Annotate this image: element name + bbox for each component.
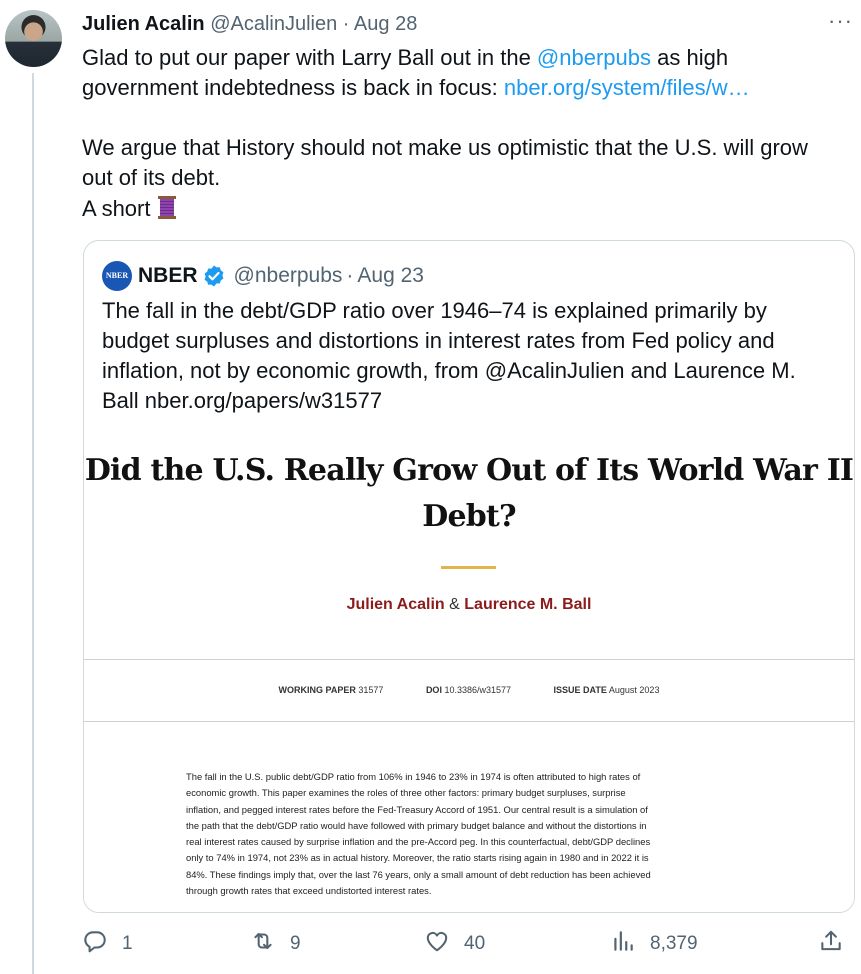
tweet-blank-line [82, 103, 852, 133]
abstract-line: real interest rates caused by surprise i… [186, 836, 651, 848]
author-ampersand: & [449, 596, 460, 613]
wp-label: WORKING PAPER [278, 685, 356, 695]
tweet-text: Glad to put our paper with Larry Ball ou… [82, 43, 852, 224]
abstract-line: the path that the debt/GDP ratio would h… [186, 819, 647, 831]
abstract-line: The fall in the U.S. public debt/GDP rat… [186, 771, 641, 782]
tweet-line: out of its debt. [82, 165, 221, 190]
tweet-line: We argue that History should not make us… [82, 135, 808, 160]
reply-button[interactable]: 1 [82, 928, 133, 960]
verified-icon [202, 264, 226, 288]
tweet-line: A short [82, 193, 852, 224]
like-count: 40 [464, 933, 486, 954]
quote-line: budget surpluses and distortions in inte… [102, 328, 775, 353]
mention-link[interactable]: @nberpubs [537, 45, 651, 70]
like-icon [424, 928, 450, 960]
reply-icon [82, 928, 108, 960]
quote-line: inflation, not by economic growth, from … [102, 358, 796, 383]
more-options-button[interactable]: ··· [828, 8, 853, 34]
quote-line: Ball nber.org/papers/w31577 [102, 388, 383, 413]
doi-label: DOI [425, 685, 442, 695]
paper-authors: Julien Acalin & Laurence M. Ball [84, 596, 854, 614]
paper-metadata: WORKING PAPER 31577 DOI 10.3386/w31577 I… [84, 685, 854, 695]
thread-line [32, 73, 34, 974]
paper-author: Laurence M. Ball [464, 596, 592, 613]
abstract-line: 84%. These findings imply that, over the… [186, 868, 651, 880]
spool-emoji [157, 193, 177, 221]
quote-separator: · [346, 264, 354, 287]
wp-value: 31577 [358, 685, 384, 695]
quote-author-handle[interactable]: @nberpubs [234, 263, 343, 289]
tweet-actions: 1 9 40 8,379 [0, 928, 861, 964]
retweet-count: 9 [290, 933, 301, 954]
paper-preview-image[interactable]: Did the U.S. Really Grow Out of Its Worl… [84, 416, 854, 912]
quote-header: NBER NBER @nberpubs · Aug 23 [102, 261, 424, 291]
issue-date-label: ISSUE DATE [553, 685, 607, 695]
author-name[interactable]: Julien Acalin [82, 13, 205, 35]
views-icon [610, 928, 636, 960]
views-count: 8,379 [650, 933, 698, 954]
divider [84, 659, 854, 660]
abstract-line: inflation, and pegged interest rates bef… [186, 803, 648, 815]
paper-abstract: The fall in the U.S. public debt/GDP rat… [186, 769, 746, 899]
doi-value: 10.3386/w31577 [444, 685, 512, 695]
header-separator: · [342, 13, 350, 35]
share-button[interactable] [818, 928, 844, 960]
issue-date-value: August 2023 [608, 685, 660, 695]
views-button[interactable]: 8,379 [610, 928, 698, 960]
tweet-line: Glad to put our paper with Larry Ball ou… [82, 45, 729, 70]
url-link[interactable]: nber.org/system/files/w… [504, 75, 750, 100]
abstract-line: through growth rates that exceed undisto… [186, 885, 432, 897]
quote-date[interactable]: Aug 23 [357, 263, 424, 289]
divider [84, 721, 854, 722]
abstract-line: economic growth. This paper examines the… [186, 787, 626, 799]
quote-line: The fall in the debt/GDP ratio over 1946… [102, 298, 767, 323]
abstract-line: only to 74% in 1974, not 23% as in actua… [186, 852, 649, 864]
tweet-line: government indebtedness is back in focus… [82, 75, 750, 100]
quote-author-name[interactable]: NBER [138, 263, 198, 289]
reply-count: 1 [122, 933, 133, 954]
retweet-button[interactable]: 9 [250, 928, 301, 960]
quote-text: The fall in the debt/GDP ratio over 1946… [102, 296, 842, 416]
nber-avatar[interactable]: NBER [102, 261, 132, 291]
tweet-date[interactable]: Aug 28 [354, 13, 417, 35]
like-button[interactable]: 40 [424, 928, 485, 960]
retweet-icon [250, 928, 276, 960]
share-icon [818, 928, 844, 960]
paper-title: Did the U.S. Really Grow Out of Its Worl… [84, 453, 854, 534]
quoted-tweet[interactable]: NBER NBER @nberpubs · Aug 23 The fall in… [83, 240, 855, 913]
tweet-header: Julien Acalin @AcalinJulien · Aug 28 [82, 11, 417, 37]
paper-author: Julien Acalin [346, 596, 445, 613]
author-handle[interactable]: @AcalinJulien [210, 13, 337, 35]
title-divider [441, 566, 496, 569]
author-avatar[interactable] [5, 10, 62, 67]
